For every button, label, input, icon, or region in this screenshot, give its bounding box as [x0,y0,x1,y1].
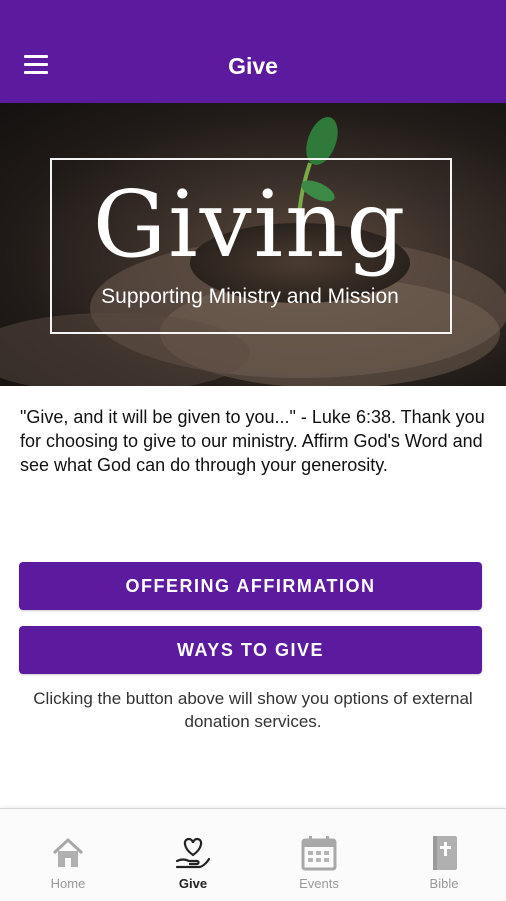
intro-text: "Give, and it will be given to you..." -… [20,407,485,475]
hero-subtitle: Supporting Ministry and Mission [101,285,399,308]
hero-title: Giving [92,171,408,278]
offering-affirmation-button[interactable]: OFFERING AFFIRMATION [19,562,482,610]
tab-bible[interactable]: Bible [381,809,506,901]
give-heart-hand-icon [175,837,211,869]
tab-home[interactable]: Home [5,809,131,901]
tab-events[interactable]: Events [256,809,382,901]
hero-banner: Giving Supporting Ministry and Mission [0,103,506,386]
ways-to-give-button[interactable]: WAYS TO GIVE [19,626,482,674]
tab-give-label: Give [178,876,208,891]
tab-bible-label: Bible [429,876,459,891]
tab-give[interactable]: Give [130,809,256,901]
bottom-tab-bar: Home Give Events Bible [0,808,506,901]
tab-events-label: Events [299,876,339,891]
tab-home-label: Home [50,876,86,891]
page-title: Give [228,53,278,79]
top-app-bar: Give [0,0,506,103]
home-icon [52,838,84,867]
calendar-icon [301,836,337,871]
bible-icon [433,836,457,870]
donation-note: Clicking the button above will show you … [33,689,473,731]
